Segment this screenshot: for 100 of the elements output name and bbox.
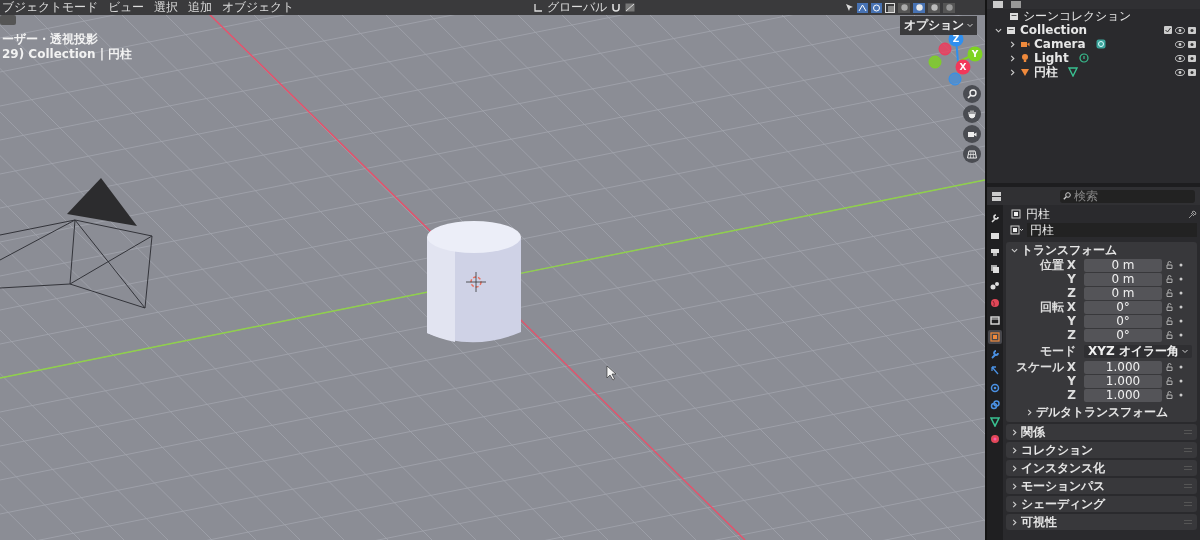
- menu-item[interactable]: ブジェクトモード: [2, 0, 98, 15]
- eye-icon[interactable]: [1175, 68, 1185, 76]
- wrench-icon: [990, 213, 1000, 223]
- chevron-right-icon[interactable]: [1011, 482, 1018, 490]
- panel-header[interactable]: コレクション: [1006, 442, 1197, 458]
- properties-tab[interactable]: [988, 398, 1002, 412]
- lock-icon[interactable]: [1166, 275, 1175, 283]
- magnet-icon[interactable]: [611, 3, 621, 12]
- axis-handle[interactable]: [948, 72, 962, 86]
- zoom-button[interactable]: [963, 85, 981, 103]
- panel-header[interactable]: モーションパス: [1006, 478, 1197, 494]
- globe-icon: [990, 298, 1000, 308]
- chevron-right-icon[interactable]: [1011, 500, 1018, 508]
- menu-item[interactable]: ビュー: [108, 0, 144, 15]
- chevron-down-icon: [967, 23, 973, 28]
- number-field[interactable]: 1.000: [1084, 374, 1162, 388]
- menu-item[interactable]: オブジェクト: [222, 0, 294, 15]
- keyframe-dot-icon[interactable]: [1179, 277, 1183, 281]
- shading-mode-button[interactable]: [928, 2, 940, 13]
- lock-icon[interactable]: [1166, 331, 1175, 339]
- eye-icon[interactable]: [1175, 40, 1185, 48]
- camera-icon[interactable]: [1188, 40, 1196, 48]
- shading-mode-button[interactable]: [943, 2, 955, 13]
- menu-item[interactable]: 選択: [154, 0, 178, 15]
- lock-icon[interactable]: [1166, 377, 1175, 385]
- pin-icon[interactable]: [1188, 209, 1197, 219]
- keyframe-dot-icon[interactable]: [1179, 263, 1183, 267]
- properties-tab[interactable]: [988, 415, 1002, 429]
- properties-tab[interactable]: [988, 313, 1002, 327]
- camera-button[interactable]: [963, 125, 981, 143]
- lock-icon[interactable]: [1166, 391, 1175, 399]
- keyframe-dot-icon[interactable]: [1179, 305, 1183, 309]
- gizmo-toggle-icon[interactable]: [857, 2, 868, 13]
- camera-icon[interactable]: [1188, 54, 1196, 62]
- chevron-right-icon[interactable]: [1011, 518, 1018, 526]
- number-field[interactable]: 0°: [1084, 314, 1162, 328]
- keyframe-dot-icon[interactable]: [1179, 393, 1183, 397]
- subpanel-header[interactable]: デルタトランスフォーム: [1006, 404, 1197, 420]
- properties-tab[interactable]: [988, 381, 1002, 395]
- outliner-item[interactable]: 円柱: [1034, 65, 1058, 79]
- grid-button[interactable]: [963, 145, 981, 163]
- keyframe-dot-icon[interactable]: [1179, 291, 1183, 295]
- properties-tab[interactable]: [988, 262, 1002, 276]
- number-field[interactable]: 1.000: [1084, 360, 1162, 374]
- number-field[interactable]: 0 m: [1084, 272, 1162, 286]
- pointer-select-icon[interactable]: [845, 3, 854, 12]
- lock-icon[interactable]: [1166, 363, 1175, 371]
- chevron-right-icon[interactable]: [1011, 428, 1018, 436]
- cylinder-drawing[interactable]: [427, 221, 521, 343]
- keyframe-dot-icon[interactable]: [1179, 319, 1183, 323]
- shading-mode-button[interactable]: [913, 2, 925, 13]
- mode-dropdown[interactable]: XYZ オイラー角: [1084, 344, 1192, 358]
- lock-icon[interactable]: [1166, 303, 1175, 311]
- eye-icon[interactable]: [1175, 26, 1185, 34]
- number-field[interactable]: 0 m: [1084, 286, 1162, 300]
- object-icon[interactable]: [1010, 225, 1024, 235]
- lock-icon[interactable]: [1166, 261, 1175, 269]
- lock-icon[interactable]: [1166, 289, 1175, 297]
- camera-icon[interactable]: [1188, 26, 1196, 34]
- panel-title: インスタンス化: [1021, 461, 1105, 475]
- number-field[interactable]: 0°: [1084, 328, 1162, 342]
- outliner-item[interactable]: Camera: [1034, 37, 1086, 51]
- chevron-right-icon[interactable]: [1026, 408, 1033, 416]
- lock-icon[interactable]: [1166, 317, 1175, 325]
- panel-header[interactable]: シェーディング: [1006, 496, 1197, 512]
- keyframe-dot-icon[interactable]: [1179, 365, 1183, 369]
- keyframe-dot-icon[interactable]: [1179, 379, 1183, 383]
- panel-title: モーションパス: [1021, 479, 1105, 493]
- checkbox-icon[interactable]: [1164, 26, 1172, 34]
- menu-item[interactable]: 追加: [188, 0, 212, 15]
- outliner-item[interactable]: シーンコレクション: [1023, 9, 1131, 23]
- panel-header[interactable]: 可視性: [1006, 514, 1197, 530]
- mesh-data-icon: [1068, 67, 1078, 77]
- orientation-dropdown[interactable]: グローバル: [547, 0, 607, 15]
- keyframe-dot-icon[interactable]: [1179, 333, 1183, 337]
- search-field[interactable]: 検索: [1059, 189, 1195, 203]
- outliner-item[interactable]: Light: [1034, 51, 1069, 65]
- hand-button[interactable]: [963, 105, 981, 123]
- panel-header[interactable]: 関係: [1006, 424, 1197, 440]
- printer-icon: [990, 247, 1000, 257]
- camera-drawing[interactable]: [0, 178, 153, 309]
- shading-mode-button[interactable]: [898, 2, 910, 13]
- chevron-right-icon[interactable]: [1011, 446, 1018, 454]
- overlay-toggle-icon[interactable]: [871, 2, 882, 13]
- panel-header[interactable]: インスタンス化: [1006, 460, 1197, 476]
- camera-icon[interactable]: [1188, 68, 1196, 76]
- axis-handle[interactable]: [938, 42, 952, 56]
- eye-icon[interactable]: [1175, 54, 1185, 62]
- axis-handle[interactable]: [928, 55, 942, 69]
- number-field[interactable]: 0°: [1084, 300, 1162, 314]
- number-field[interactable]: 0 m: [1084, 258, 1162, 272]
- outliner-item[interactable]: Collection: [1020, 23, 1088, 37]
- options-dropdown[interactable]: オプション: [900, 16, 977, 35]
- object-name-field[interactable]: 円柱: [1027, 223, 1197, 237]
- number-field[interactable]: 1.000: [1084, 388, 1162, 402]
- snap-icon[interactable]: [625, 3, 635, 12]
- xray-icon[interactable]: [885, 2, 895, 13]
- editor-type-icon[interactable]: [992, 191, 1004, 201]
- chevron-right-icon[interactable]: [1011, 464, 1018, 472]
- chevron-down-icon[interactable]: [1011, 246, 1018, 254]
